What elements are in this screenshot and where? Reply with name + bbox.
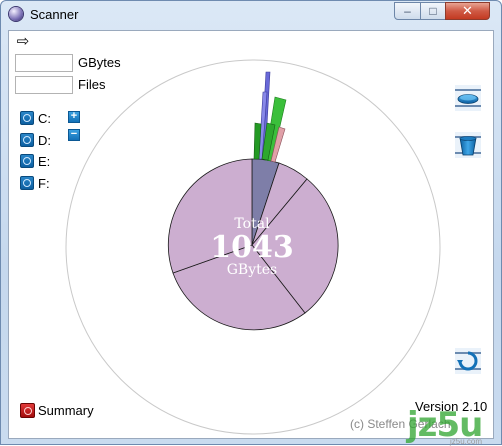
summary-button[interactable]: Summary <box>20 403 94 418</box>
client-area: ⇨ GBytes Files C: D: E: F: + − Total 104… <box>8 30 494 446</box>
window-title: Scanner <box>30 7 79 22</box>
disk-drive-icon <box>455 85 481 111</box>
title-bar[interactable]: Scanner – □ ✕ <box>1 1 501 29</box>
trash-button[interactable] <box>454 131 482 159</box>
minimize-icon: – <box>404 4 411 18</box>
close-icon: ✕ <box>462 3 473 18</box>
scanner-app-icon <box>9 7 23 21</box>
close-button[interactable]: ✕ <box>445 2 490 20</box>
maximize-button[interactable]: □ <box>420 2 446 20</box>
disk-usage-chart: Total 1043 GBytes <box>65 59 441 435</box>
chart-total-unit: GBytes <box>227 262 277 278</box>
refresh-icon <box>455 348 481 374</box>
chart-total-value: 1043 <box>210 230 294 265</box>
scan-disk-button[interactable] <box>454 84 482 112</box>
refresh-button[interactable] <box>454 347 482 375</box>
summary-icon <box>20 403 35 418</box>
summary-label: Summary <box>38 403 94 418</box>
trash-bin-icon <box>455 132 481 158</box>
scanner-window: Scanner – □ ✕ ⇨ GBytes Files C: D: E: F:… <box>0 0 502 446</box>
maximize-icon: □ <box>429 4 437 18</box>
minimize-button[interactable]: – <box>394 2 421 20</box>
